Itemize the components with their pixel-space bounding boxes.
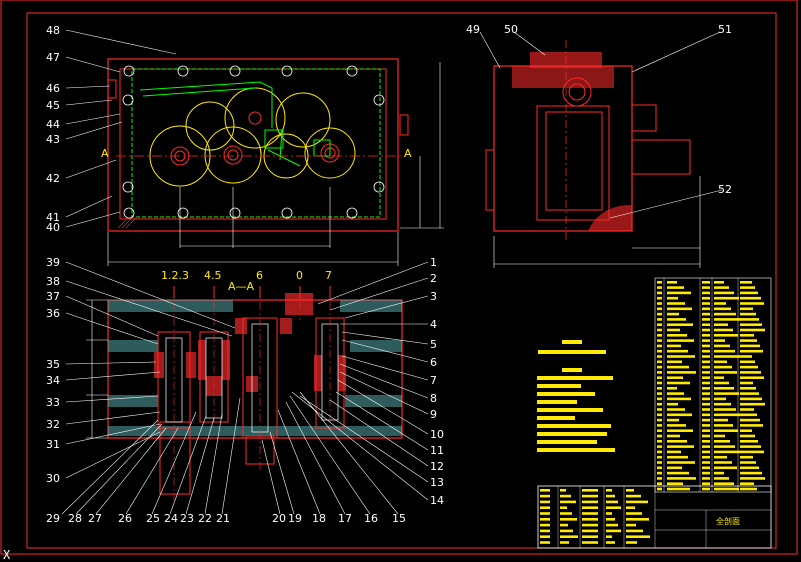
label-48: 48 <box>46 24 60 37</box>
label-11: 11 <box>430 444 444 457</box>
technical-requirements <box>537 340 615 452</box>
label-2: 2 <box>430 272 437 285</box>
label-17: 17 <box>338 512 352 525</box>
label-32: 32 <box>46 418 60 431</box>
label-29: 29 <box>46 512 60 525</box>
label-43: 43 <box>46 133 60 146</box>
label-36: 36 <box>46 307 60 320</box>
label-16: 16 <box>364 512 378 525</box>
label-3: 3 <box>430 290 437 303</box>
shaft-label-1-2-3: 1.2.3 <box>161 269 189 282</box>
shaft-label-6: 6 <box>256 269 263 282</box>
label-25: 25 <box>146 512 160 525</box>
label-42: 42 <box>46 172 60 185</box>
label-28: 28 <box>68 512 82 525</box>
label-40: 40 <box>46 221 60 234</box>
label-9: 9 <box>430 408 437 421</box>
parts-list <box>537 277 772 549</box>
label-51: 51 <box>718 23 732 36</box>
label-39: 39 <box>46 256 60 269</box>
label-46: 46 <box>46 82 60 95</box>
label-23: 23 <box>180 512 194 525</box>
shaft-label-4-5: 4.5 <box>204 269 222 282</box>
section-marker-left: A <box>101 147 109 160</box>
label-30: 30 <box>46 472 60 485</box>
title-block-name: 全剖面 <box>716 517 740 526</box>
side-view <box>485 40 701 268</box>
top-view <box>107 58 444 266</box>
label-1: 1 <box>430 256 437 269</box>
inner-frame <box>26 12 777 549</box>
label-14: 14 <box>430 494 444 507</box>
label-24: 24 <box>164 512 178 525</box>
label-38: 38 <box>46 275 60 288</box>
shaft-label-0: 0 <box>296 269 303 282</box>
label-21: 21 <box>216 512 230 525</box>
label-33: 33 <box>46 396 60 409</box>
label-50: 50 <box>504 23 518 36</box>
label-45: 45 <box>46 99 60 112</box>
label-15: 15 <box>392 512 406 525</box>
label-4: 4 <box>430 318 437 331</box>
label-20: 20 <box>272 512 286 525</box>
label-5: 5 <box>430 338 437 351</box>
label-34: 34 <box>46 374 60 387</box>
label-6: 6 <box>430 356 437 369</box>
label-37: 37 <box>46 290 60 303</box>
label-19: 19 <box>288 512 302 525</box>
label-8: 8 <box>430 392 437 405</box>
label-27: 27 <box>88 512 102 525</box>
label-52: 52 <box>718 183 732 196</box>
cad-drawing <box>0 0 798 555</box>
label-44: 44 <box>46 118 60 131</box>
label-47: 47 <box>46 51 60 64</box>
label-13: 13 <box>430 476 444 489</box>
section-title: A—A <box>228 280 255 293</box>
ucs-icon: X <box>3 548 11 562</box>
label-12: 12 <box>430 460 444 473</box>
label-49: 49 <box>466 23 480 36</box>
label-7: 7 <box>430 374 437 387</box>
label-35: 35 <box>46 358 60 371</box>
shaft-label-7: 7 <box>325 269 332 282</box>
label-18: 18 <box>312 512 326 525</box>
label-22: 22 <box>198 512 212 525</box>
label-31: 31 <box>46 438 60 451</box>
section-marker-right: A <box>404 147 412 160</box>
label-26: 26 <box>118 512 132 525</box>
label-10: 10 <box>430 428 444 441</box>
